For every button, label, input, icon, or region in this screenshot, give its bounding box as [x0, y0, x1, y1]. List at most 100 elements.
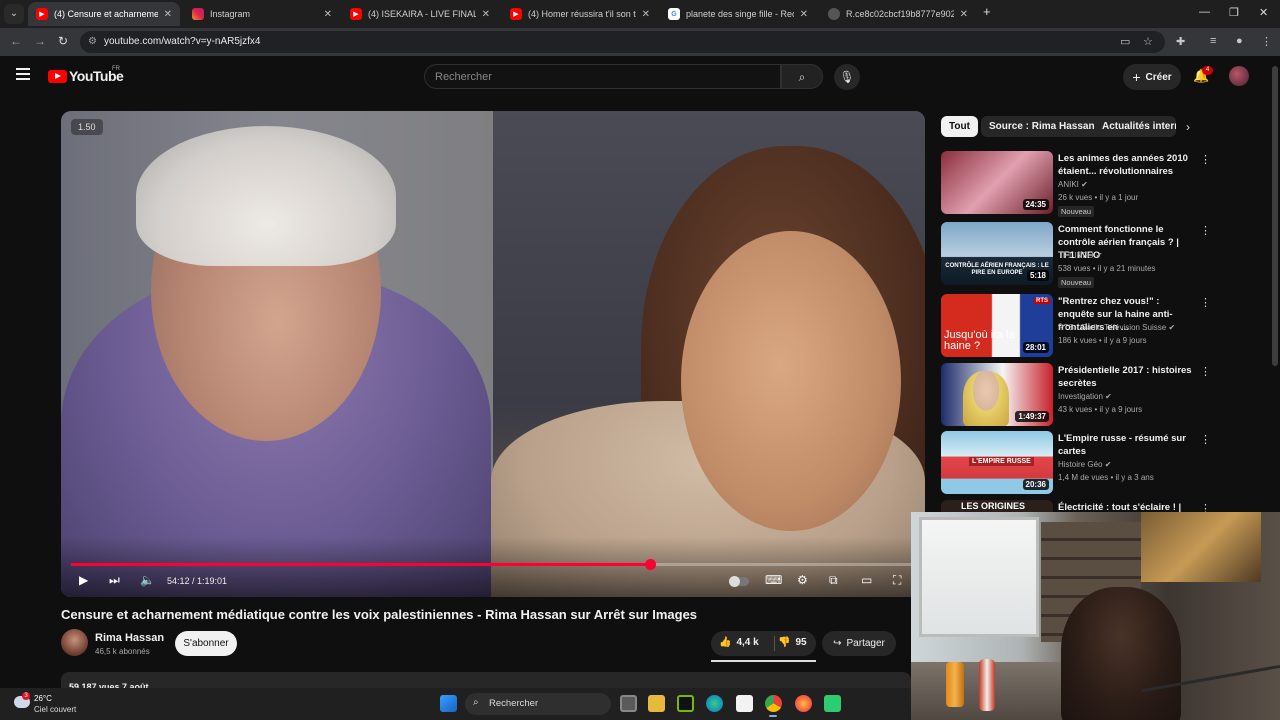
voice-search-button[interactable]: 🎙	[834, 64, 860, 90]
chevron-right-icon[interactable]: ›	[1186, 120, 1190, 134]
progress-bar[interactable]	[71, 559, 915, 570]
video-card-channel[interactable]: Histoire Géo	[1058, 460, 1102, 469]
video-duration: 28:01	[1022, 342, 1049, 353]
recommended-video[interactable]: LES ORIGINES Électricité : tout s'éclair…	[941, 500, 1261, 512]
tab-homer[interactable]: ▶ (4) Homer réussira t'il son test ✕	[502, 2, 658, 26]
chrome-menu-icon[interactable]: ⋮	[1261, 35, 1272, 48]
close-tab-icon[interactable]: ✕	[324, 9, 332, 20]
create-button[interactable]: + Créer	[1123, 64, 1181, 90]
video-card-channel[interactable]: TF1 INFO	[1058, 251, 1094, 260]
new-tab-button[interactable]: +	[983, 4, 991, 19]
chip-source-rima-hassan[interactable]: Source : Rima Hassan	[981, 116, 1103, 137]
account-avatar[interactable]	[1229, 66, 1249, 86]
tab-youtube-censure[interactable]: ▶ (4) Censure et acharnement médiatique …	[28, 2, 180, 26]
chip-international-news[interactable]: Actualités interna	[1094, 116, 1176, 137]
video-thumbnail[interactable]: 24:35	[941, 151, 1053, 214]
channel-avatar[interactable]	[61, 629, 88, 656]
more-actions-icon[interactable]: ⋮	[1200, 433, 1211, 446]
video-thumbnail[interactable]: 1:49:37	[941, 363, 1053, 426]
more-actions-icon[interactable]: ⋮	[1200, 502, 1211, 512]
chip-all[interactable]: Tout	[941, 116, 978, 137]
address-bar[interactable]: ⚙ youtube.com/watch?v=y-nAR5jzfx4 ▭ ☆	[80, 31, 1165, 53]
video-card-channel[interactable]: RTS - Radio Télévision Suisse	[1058, 323, 1166, 332]
more-actions-icon[interactable]: ⋮	[1200, 153, 1211, 166]
chrome-icon[interactable]	[765, 695, 782, 712]
search-button[interactable]: ⌕	[781, 64, 823, 89]
video-card-title[interactable]: Électricité : tout s'éclaire ! |	[1058, 501, 1198, 512]
close-tab-icon[interactable]: ✕	[960, 9, 968, 20]
subscribe-button[interactable]: S'abonner	[175, 631, 237, 656]
close-tab-icon[interactable]: ✕	[164, 9, 172, 20]
close-window-button[interactable]: ✕	[1259, 6, 1268, 19]
like-button[interactable]: 👍 4,4 k	[719, 637, 759, 648]
recommended-video[interactable]: 1:49:37 Présidentielle 2017 : histoires …	[941, 363, 1261, 427]
video-thumbnail[interactable]: RTS Jusqu'où ira la haine ? 28:01	[941, 294, 1053, 357]
close-tab-icon[interactable]: ✕	[642, 9, 650, 20]
video-card-channel[interactable]: ANIKI	[1058, 180, 1079, 189]
reload-icon[interactable]: ↻	[58, 34, 68, 48]
youtube-icon: ▶	[350, 8, 362, 20]
forward-icon[interactable]: →	[34, 34, 46, 48]
bookmark-star-icon[interactable]: ☆	[1143, 35, 1153, 48]
tab-instagram[interactable]: Instagram ✕	[184, 2, 340, 26]
next-video-icon[interactable]: ⏭	[109, 573, 120, 588]
theater-mode-icon[interactable]: ▭	[861, 573, 872, 587]
dislike-button[interactable]: 👎 95	[778, 637, 807, 648]
close-tab-icon[interactable]: ✕	[482, 9, 490, 20]
share-button[interactable]: ↪ Partager	[822, 631, 896, 656]
minimize-button[interactable]: —	[1199, 6, 1210, 18]
tab-search-button[interactable]: ⌄	[4, 4, 24, 24]
miniplayer-icon[interactable]: ⧉	[829, 573, 838, 588]
windows-start-icon[interactable]	[440, 695, 457, 712]
tab-google-search[interactable]: G planete des singe fille - Recher ✕	[660, 2, 816, 26]
recommended-video[interactable]: L'EMPIRE RUSSE 20:36 L'Empire russe - ré…	[941, 431, 1261, 495]
settings-gear-icon[interactable]: ⚙	[797, 573, 808, 587]
app-icon[interactable]	[824, 695, 841, 712]
channel-name[interactable]: Rima Hassan	[95, 632, 164, 644]
extensions-icon[interactable]: ✚	[1176, 35, 1185, 48]
video-thumbnail[interactable]: LES ORIGINES	[941, 500, 1053, 512]
video-card-title[interactable]: Présidentielle 2017 : histoires secrètes	[1058, 364, 1198, 390]
recommended-video[interactable]: RTS Jusqu'où ira la haine ? 28:01 "Rentr…	[941, 294, 1261, 358]
video-player[interactable]: 1.50 ▶ ⏭ 🔈 54:12 / 1:19:01 ⌨ ⚙ ⧉ ▭ ⛶	[61, 111, 925, 597]
tab-isekaira[interactable]: ▶ (4) ISEKAIRA - LIVE FINAL sans ✕	[342, 2, 498, 26]
video-card-title[interactable]: L'Empire russe - résumé sur cartes	[1058, 432, 1198, 458]
subtitles-icon[interactable]: ⌨	[765, 573, 782, 587]
more-actions-icon[interactable]: ⋮	[1200, 365, 1211, 378]
new-badge: Nouveau	[1058, 206, 1095, 217]
more-actions-icon[interactable]: ⋮	[1200, 296, 1211, 309]
search-input[interactable]: Rechercher	[424, 64, 781, 89]
nvidia-icon[interactable]	[677, 695, 694, 712]
site-info-icon[interactable]: ⚙	[88, 36, 97, 47]
recommended-video[interactable]: 24:35 Les animes des années 2010 étaient…	[941, 151, 1261, 217]
url-text[interactable]: youtube.com/watch?v=y-nAR5jzfx4	[104, 36, 260, 47]
fullscreen-icon[interactable]: ⛶	[893, 573, 901, 588]
share-icon: ↪	[833, 638, 842, 649]
task-view-icon[interactable]	[620, 695, 637, 712]
close-tab-icon[interactable]: ✕	[800, 9, 808, 20]
back-icon[interactable]: ←	[10, 34, 22, 48]
video-thumbnail[interactable]: L'EMPIRE RUSSE 20:36	[941, 431, 1053, 494]
create-label: Créer	[1145, 71, 1172, 83]
cast-icon[interactable]: ▭	[1120, 35, 1130, 48]
tab-image[interactable]: R.ce8c02cbcf19b8777e9025788 ✕	[820, 2, 976, 26]
autoplay-toggle[interactable]	[729, 576, 749, 587]
reading-list-icon[interactable]: ≡	[1210, 35, 1216, 47]
menu-icon[interactable]	[16, 68, 30, 80]
video-card-channel[interactable]: Investigation	[1058, 392, 1103, 401]
video-card-title[interactable]: Les animes des années 2010 étaient... ré…	[1058, 152, 1198, 178]
volume-icon[interactable]: 🔈	[140, 573, 155, 587]
video-thumbnail[interactable]: CONTRÔLE AÉRIEN FRANÇAIS : LE PIRE EN EU…	[941, 222, 1053, 285]
microsoft-store-icon[interactable]	[736, 695, 753, 712]
firefox-icon[interactable]	[795, 695, 812, 712]
file-explorer-icon[interactable]	[648, 695, 665, 712]
more-actions-icon[interactable]: ⋮	[1200, 224, 1211, 237]
recommended-video[interactable]: CONTRÔLE AÉRIEN FRANÇAIS : LE PIRE EN EU…	[941, 222, 1261, 288]
play-icon[interactable]: ▶	[79, 573, 88, 587]
taskbar-search[interactable]: ⌕ Rechercher	[465, 693, 611, 715]
edge-icon[interactable]	[706, 695, 723, 712]
youtube-logo-icon[interactable]	[48, 70, 67, 83]
profile-icon[interactable]: ●	[1236, 35, 1243, 47]
maximize-button[interactable]: ❐	[1229, 6, 1239, 19]
page-scrollbar[interactable]	[1270, 56, 1280, 512]
